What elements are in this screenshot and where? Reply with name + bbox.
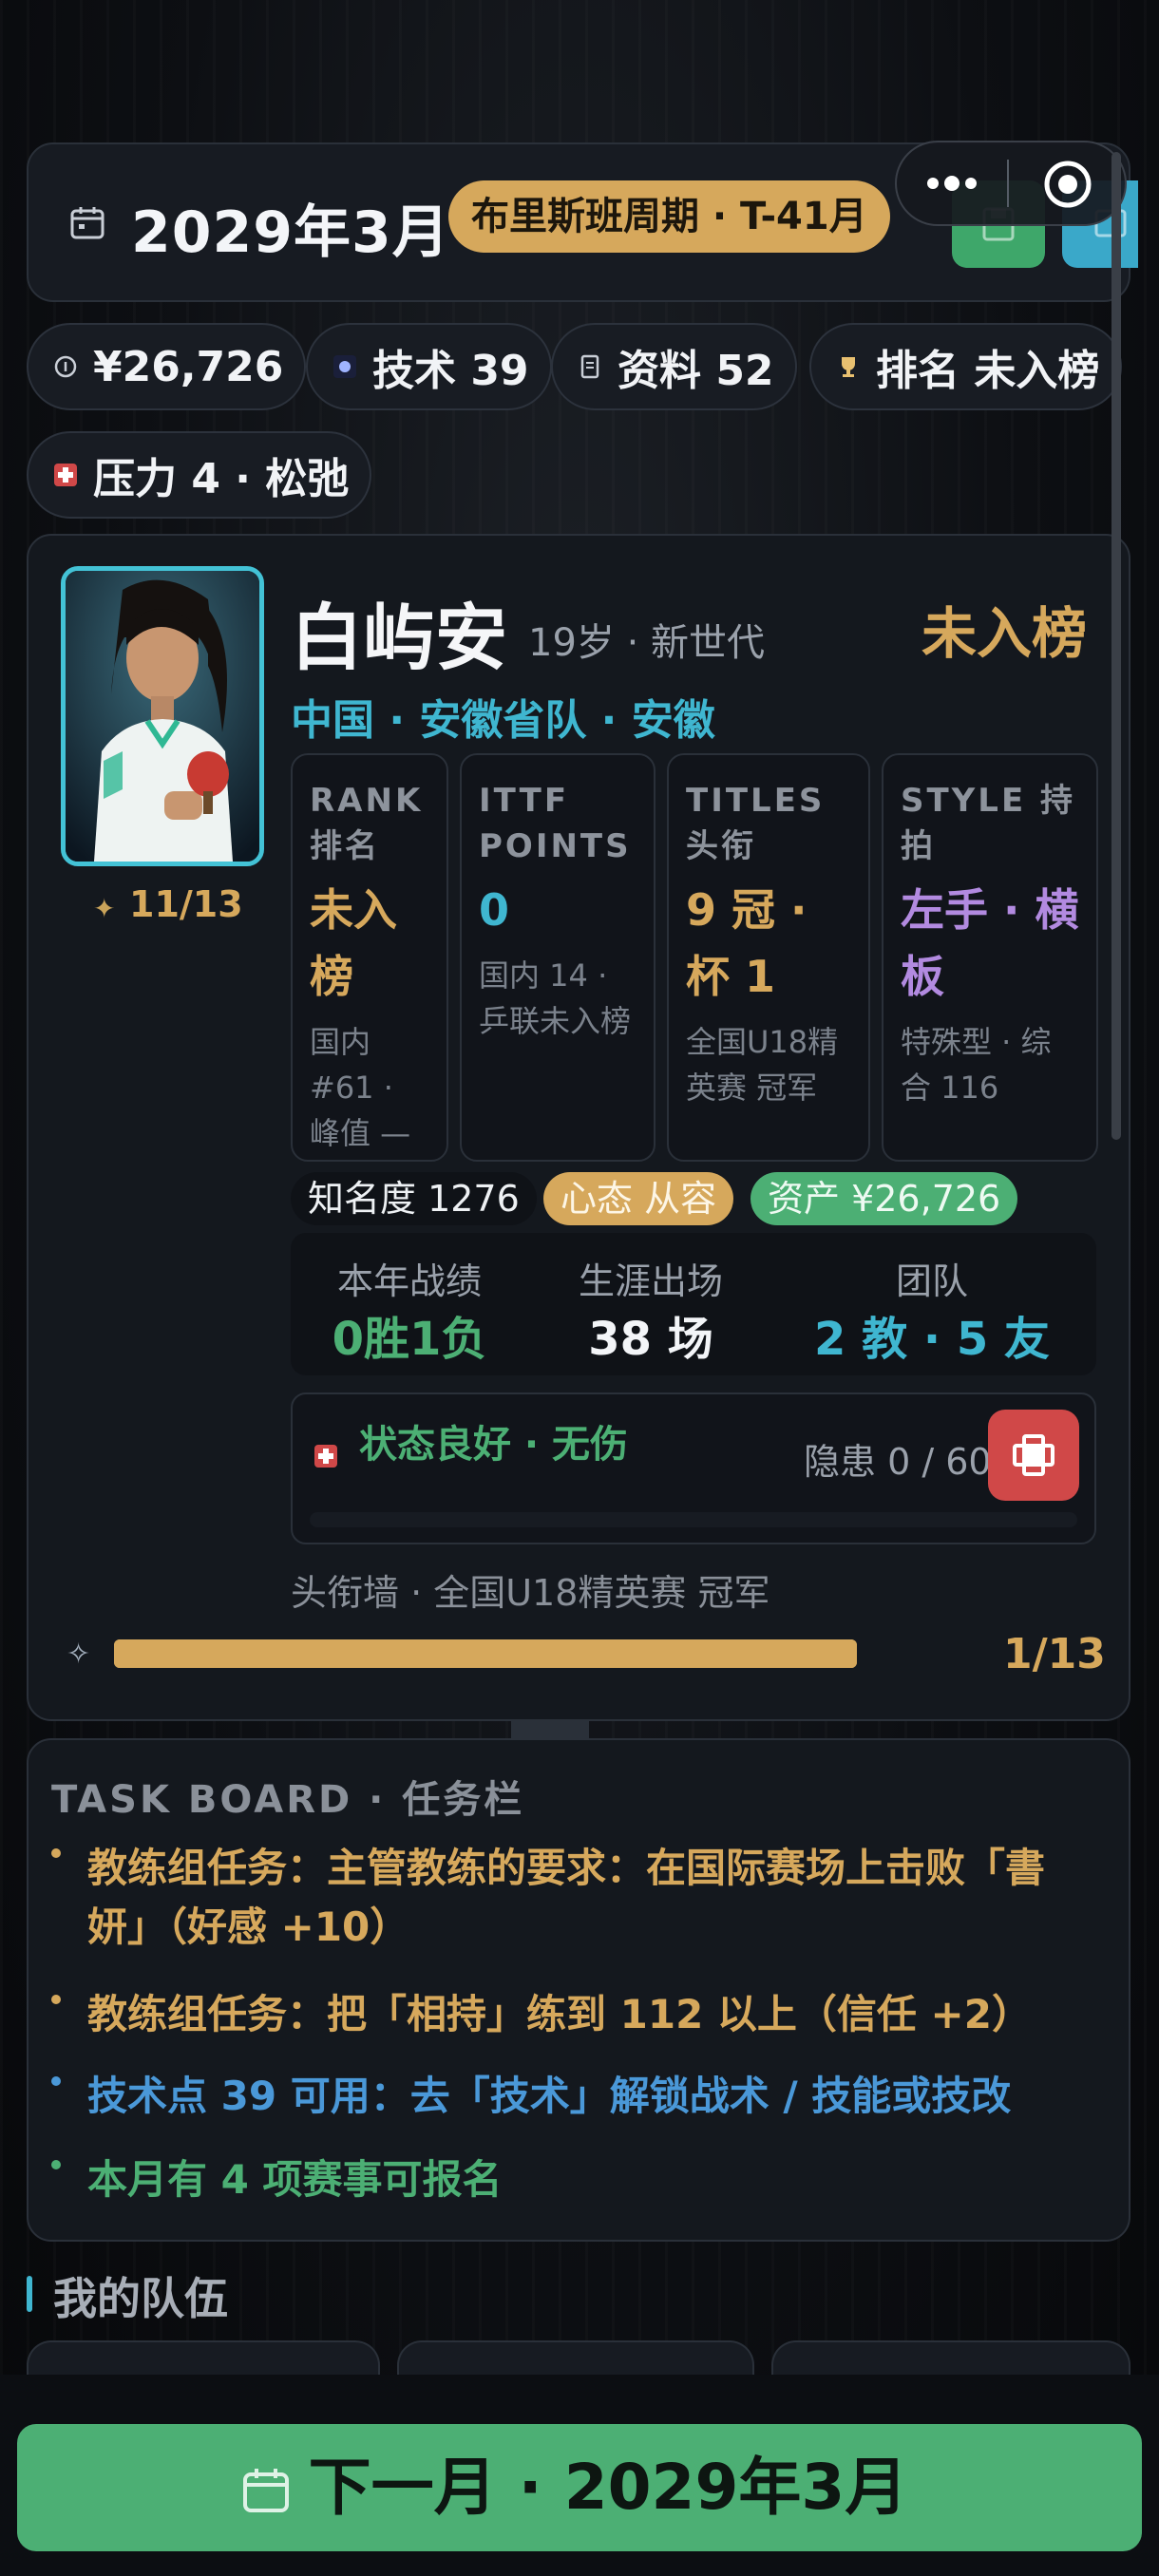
titles-box-value: 9 冠 · 杯 1 [686,884,808,1002]
rank-box-sub: 国内 #61 · 峰值 — [310,1024,411,1151]
my-team-heading: 我的队伍 [53,2273,228,2324]
career-value: 38 场 [588,1313,713,1366]
portrait-counter-icon: ✦ [93,893,116,924]
cycle-badge: 布里斯班周期 · T-41月 [448,180,890,253]
money-value: ¥26,726 [93,342,284,391]
medical-cross-icon [1013,1434,1054,1476]
player-age: 19岁 · 新世代 [528,621,766,665]
style-box[interactable]: STYLE 持拍 左手 · 横板 特殊型 · 综合 116 [882,753,1098,1162]
pressure-pill[interactable]: 压力 4 · 松弛 [27,431,372,519]
task-item[interactable]: 技术点 39 可用：去「技术」解锁战术 / 技能或技改 [87,2067,1113,2126]
data-pill[interactable]: 资料 52 [551,323,797,410]
progress-bar-fill [114,1639,857,1668]
calendar-icon [70,207,104,239]
health-icon [314,1445,337,1468]
ittf-box-value: 0 [479,884,510,936]
document-icon [578,354,602,379]
style-box-sub: 特殊型 · 综合 116 [901,1024,1052,1106]
progress-label: 1/13 [1003,1630,1106,1678]
trophy-icon [836,354,861,379]
pressure-value: 压力 4 · 松弛 [93,455,350,503]
skill-icon [332,354,357,379]
player-avatar-image [66,571,259,862]
task-bullet [51,1848,61,1858]
progress-icon: ✧ [66,1638,91,1671]
health-status: 状态良好 · 无伤 [359,1423,629,1467]
task-item[interactable]: 本月有 4 项赛事可报名 [87,2150,1113,2209]
hidden-injury: 隐患 0 / 60 [804,1441,992,1483]
section-accent [27,2276,32,2312]
skill-value: 技术 39 [372,347,529,395]
close-target-icon[interactable] [1041,158,1094,211]
task-item[interactable]: 教练组任务：把「相持」练到 112 以上（信任 +2） [87,1985,1113,2044]
skill-pill[interactable]: 技术 39 [306,323,552,410]
ittf-box-label: ITTF POINTS [479,782,632,865]
scrollbar[interactable] [1112,152,1121,1140]
fame-chip: 知名度 1276 [291,1172,537,1225]
medical-icon [53,463,78,487]
year-record-label: 本年战绩 [336,1260,482,1302]
assets-chip: 资产 ¥26,726 [750,1172,1018,1225]
task-bullet [51,1995,61,2004]
task-item[interactable]: 教练组任务：主管教练的要求：在国际赛场上击败「書妍」（好感 +10） [87,1839,1094,1957]
style-box-label: STYLE 持拍 [901,782,1076,865]
data-value: 资料 52 [618,347,774,395]
titles-box-sub: 全国U18精英赛 冠军 [686,1024,839,1106]
money-pill[interactable]: ¥26,726 [27,323,307,410]
rank-status: 未入榜 [922,601,1088,666]
ittf-box-sub: 国内 14 · 乒联未入榜 [479,957,632,1039]
team-line: 中国 · 安徽省队 · 安徽 [291,696,715,745]
task-bullet [51,2160,61,2169]
titles-box[interactable]: TITLES 头衔 9 冠 · 杯 1 全国U18精英赛 冠军 [667,753,870,1162]
progress-bar [114,1639,857,1668]
titles-box-label: TITLES 头衔 [686,782,826,865]
scroll-thumb-small [511,1721,589,1738]
page-title: 2029年3月 [131,199,450,266]
medical-button[interactable] [988,1410,1079,1501]
style-box-value: 左手 · 横板 [901,884,1079,1002]
rank-pill[interactable]: 排名 未入榜 [809,323,1123,410]
ittf-box[interactable]: ITTF POINTS 0 国内 14 · 乒联未入榜 [460,753,656,1162]
mood-chip: 心态 从容 [543,1172,734,1225]
portrait-counter: 11/13 [129,883,243,925]
task-board-title: TASK BOARD · 任务栏 [51,1778,525,1822]
career-label: 生涯出场 [578,1260,723,1302]
player-portrait[interactable] [61,566,264,866]
health-bar [310,1512,1077,1527]
more-icon[interactable] [920,160,996,207]
title-wall: 头衔墙 · 全国U18精英赛 冠军 [291,1572,770,1614]
player-name: 白屿安 [291,596,507,680]
rank-value: 排名 未入榜 [876,347,1100,395]
rank-box-value: 未入榜 [310,884,397,1002]
task-bullet [51,2076,61,2086]
coin-icon [53,354,78,379]
team-label: 团队 [895,1260,968,1302]
rank-box-label: RANK 排名 [310,782,424,865]
rank-box[interactable]: RANK 排名 未入榜 国内 #61 · 峰值 — [291,753,448,1162]
capsule-divider [1007,160,1009,207]
next-month-label: 下一月 · 2029年3月 [308,2451,908,2524]
team-value: 2 教 · 5 友 [814,1313,1050,1366]
next-month-button[interactable]: 下一月 · 2029年3月 [17,2424,1142,2551]
